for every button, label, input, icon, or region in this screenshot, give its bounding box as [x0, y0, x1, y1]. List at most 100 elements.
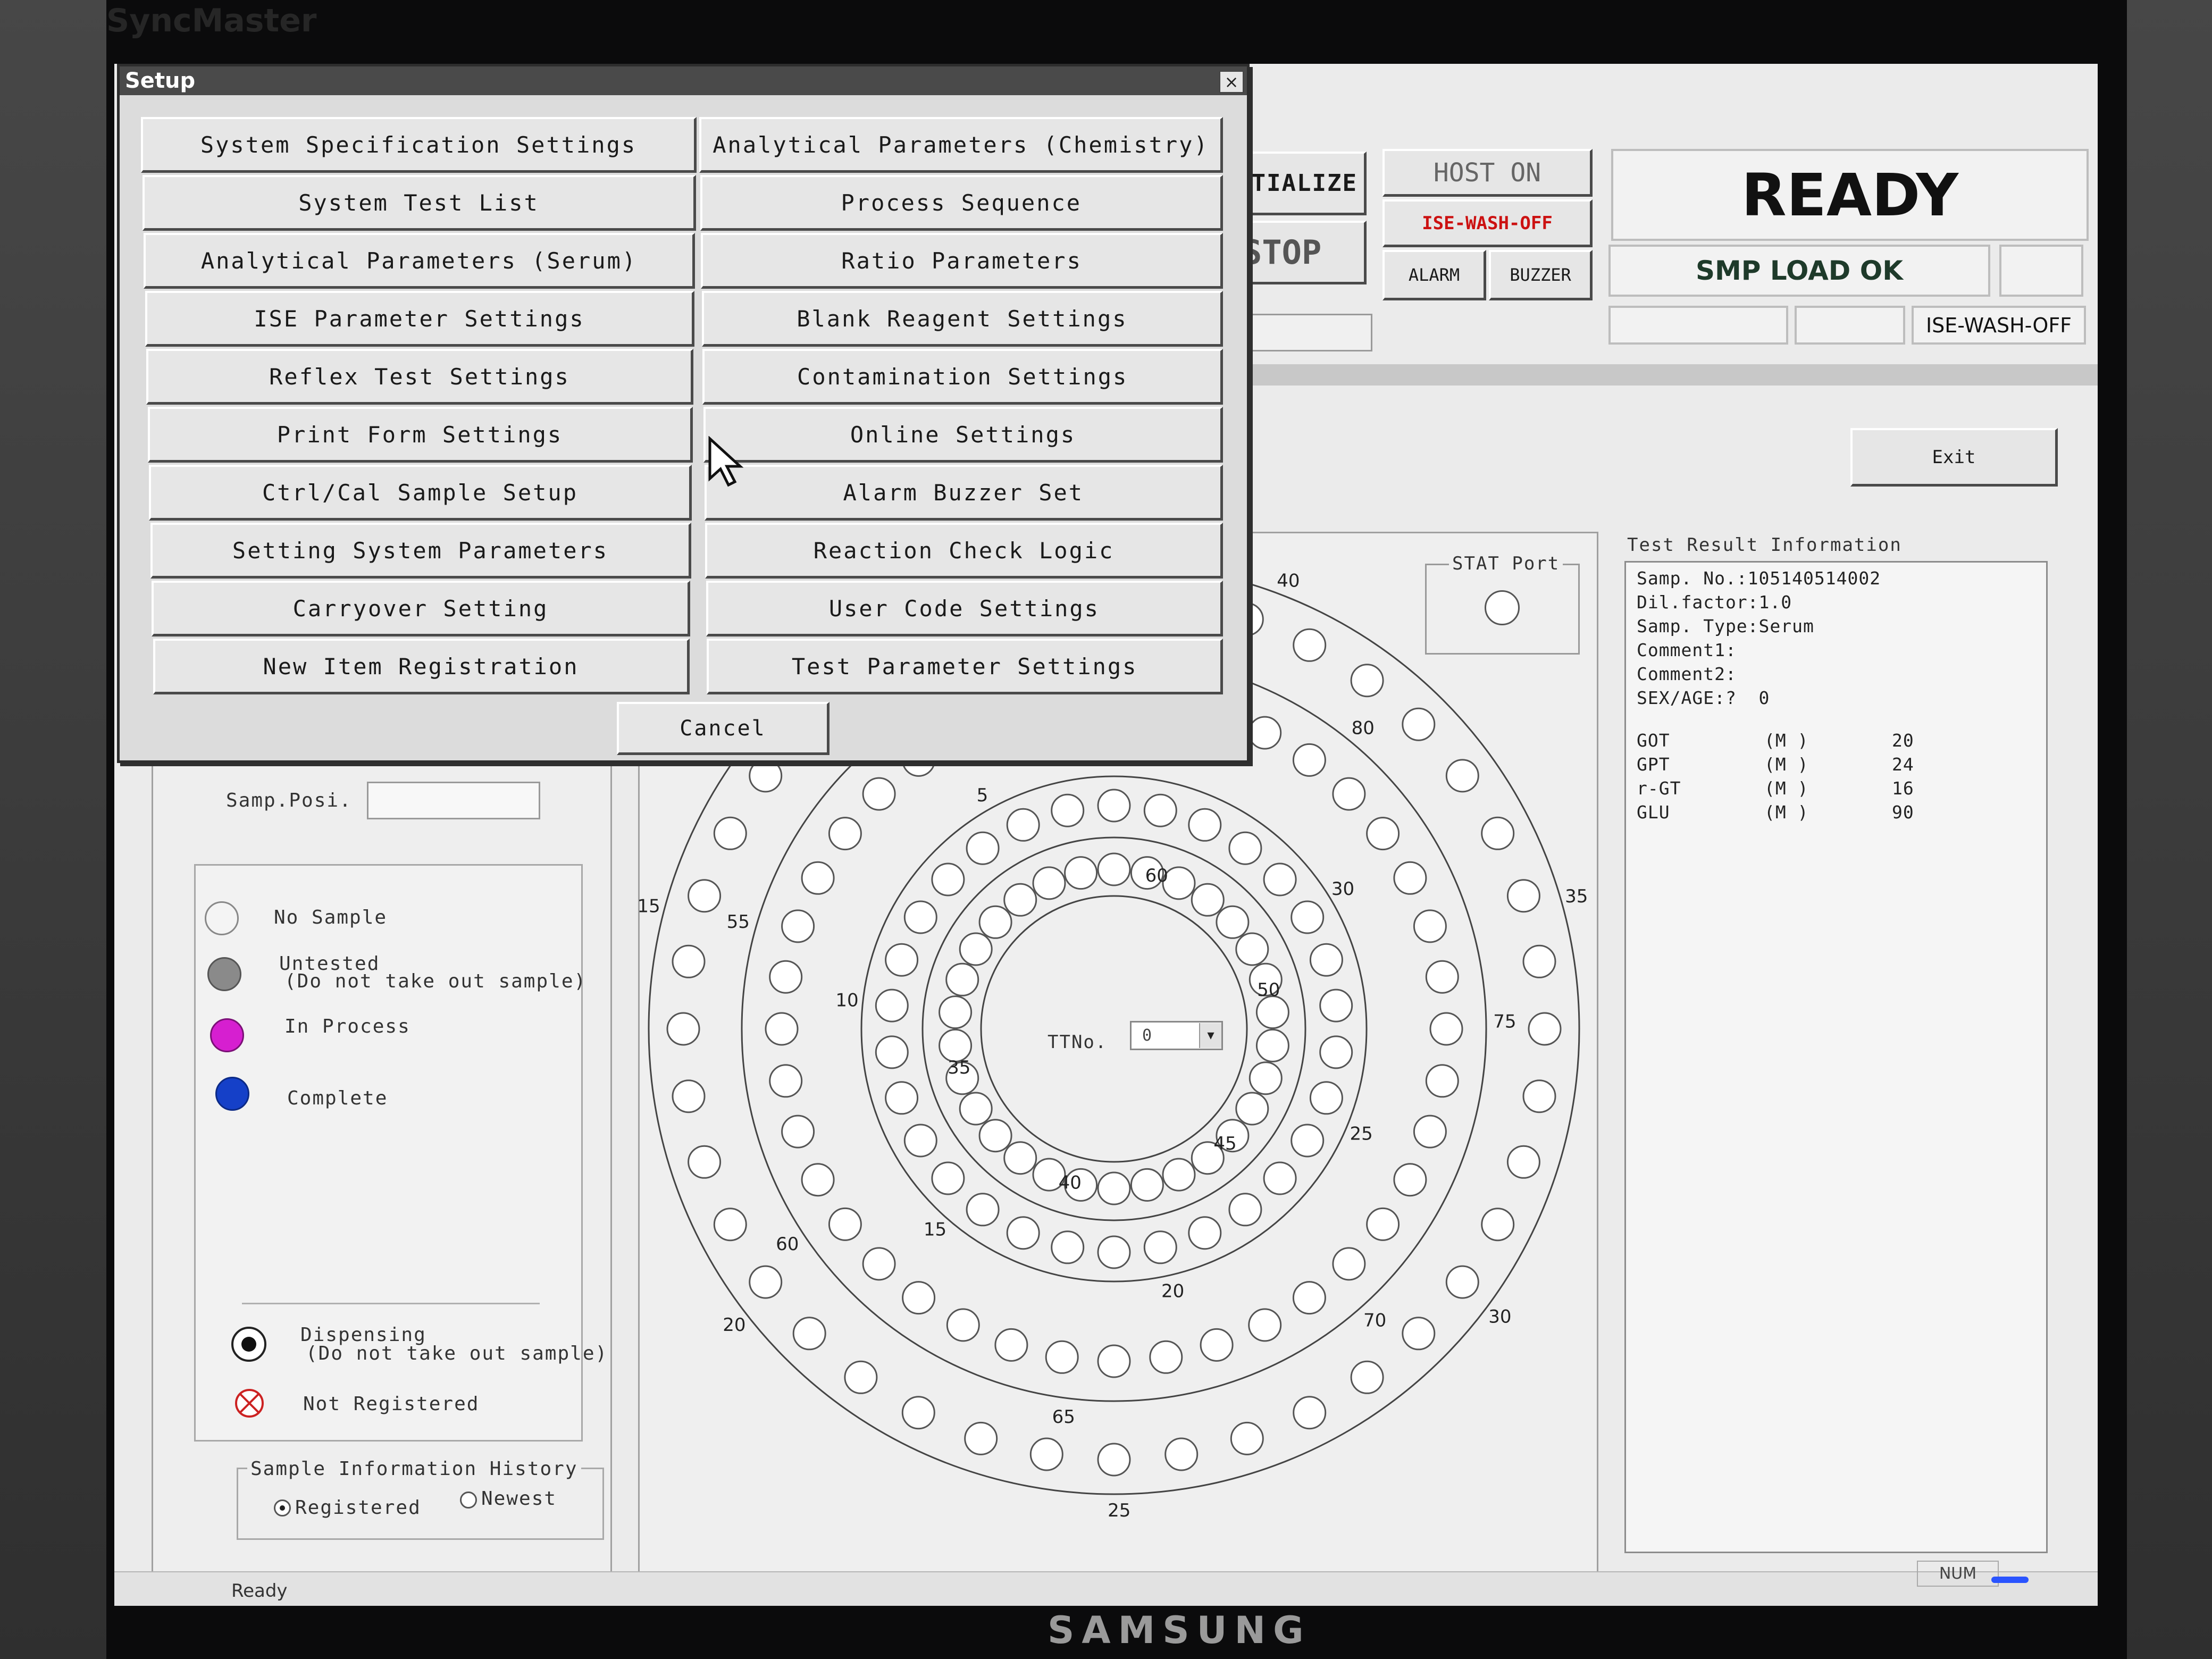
setup-menu-button[interactable]: Ctrl/Cal Sample Setup — [149, 465, 692, 521]
sample-cup[interactable] — [792, 1317, 826, 1351]
sample-cup[interactable] — [1413, 1115, 1447, 1149]
setup-menu-button[interactable]: Contamination Settings — [702, 349, 1223, 405]
sample-cup[interactable] — [1188, 808, 1222, 842]
sample-cup[interactable] — [1528, 1012, 1562, 1046]
sample-cup[interactable] — [1235, 932, 1269, 966]
sample-cup[interactable] — [1097, 1235, 1131, 1269]
close-icon[interactable]: × — [1219, 71, 1244, 93]
sample-cup[interactable] — [1228, 831, 1262, 865]
setup-menu-button[interactable]: Carryover Setting — [152, 581, 690, 636]
setup-menu-button[interactable]: Analytical Parameters (Serum) — [144, 233, 695, 289]
sample-cup[interactable] — [994, 1328, 1028, 1362]
sample-cup[interactable] — [1064, 856, 1098, 890]
sample-cup[interactable] — [1366, 1207, 1400, 1241]
sample-cup[interactable] — [946, 1308, 980, 1342]
sample-cup[interactable] — [1188, 1216, 1222, 1250]
sample-cup[interactable] — [769, 1064, 803, 1098]
sample-cup[interactable] — [964, 1421, 998, 1455]
sample-cup[interactable] — [1248, 1308, 1282, 1342]
sample-cup[interactable] — [1032, 866, 1066, 900]
sample-cup[interactable] — [688, 1145, 722, 1179]
sample-cup[interactable] — [1425, 1064, 1459, 1098]
sample-cup[interactable] — [1506, 1145, 1540, 1179]
sample-cup[interactable] — [1164, 1437, 1199, 1471]
setup-menu-button[interactable]: New Item Registration — [153, 639, 690, 694]
setup-menu-button[interactable]: System Specification Settings — [141, 117, 697, 173]
sample-cup[interactable] — [1097, 852, 1131, 886]
sample-cup[interactable] — [1292, 1281, 1326, 1315]
setup-menu-button[interactable]: Analytical Parameters (Chemistry) — [699, 117, 1223, 173]
sample-cup[interactable] — [801, 861, 835, 895]
sample-cup[interactable] — [1051, 1230, 1085, 1264]
sample-cup[interactable] — [765, 1012, 799, 1046]
sample-cup[interactable] — [1366, 817, 1400, 851]
sample-cup[interactable] — [1319, 1035, 1353, 1069]
sample-cup[interactable] — [1393, 861, 1427, 895]
sample-cup[interactable] — [1097, 1443, 1131, 1477]
sample-cup[interactable] — [769, 960, 803, 994]
sample-cup[interactable] — [1429, 1012, 1463, 1046]
setup-menu-button[interactable]: Test Parameter Settings — [707, 639, 1223, 694]
chevron-down-icon[interactable]: ▼ — [1199, 1023, 1221, 1048]
setup-menu-button[interactable]: Alarm Buzzer Set — [704, 465, 1223, 521]
sample-cup[interactable] — [978, 1119, 1012, 1153]
sample-cup[interactable] — [1402, 1317, 1436, 1351]
sample-cup[interactable] — [844, 1360, 878, 1394]
sample-cup[interactable] — [1481, 1208, 1515, 1242]
ttno-select[interactable]: 0 ▼ — [1130, 1021, 1223, 1050]
setup-menu-button[interactable]: Process Sequence — [700, 175, 1223, 231]
sample-cup[interactable] — [1319, 988, 1353, 1023]
sample-cup[interactable] — [931, 1161, 965, 1195]
sample-cup[interactable] — [1216, 905, 1250, 939]
sample-cup[interactable] — [1402, 707, 1436, 741]
sample-cup[interactable] — [672, 944, 706, 978]
sample-cup[interactable] — [1045, 1340, 1079, 1374]
sample-cup[interactable] — [978, 905, 1012, 939]
sample-cup[interactable] — [781, 909, 815, 943]
sample-cup[interactable] — [875, 1035, 909, 1069]
sample-cup[interactable] — [1143, 1230, 1177, 1264]
sample-cup[interactable] — [1255, 995, 1289, 1029]
sample-cup[interactable] — [749, 1265, 783, 1299]
sample-cup[interactable] — [1143, 793, 1177, 827]
sample-cup[interactable] — [1350, 1360, 1384, 1394]
sample-cup[interactable] — [1309, 943, 1343, 977]
sample-cup[interactable] — [1162, 1158, 1196, 1192]
sample-cup[interactable] — [901, 1396, 935, 1430]
sample-cup[interactable] — [1003, 1141, 1037, 1175]
sample-cup[interactable] — [931, 862, 965, 896]
sample-cup[interactable] — [1309, 1081, 1343, 1115]
sample-cup[interactable] — [945, 962, 979, 996]
setup-menu-button[interactable]: Reaction Check Logic — [705, 523, 1223, 579]
sample-cup[interactable] — [1425, 960, 1459, 994]
sample-cup[interactable] — [1235, 1092, 1269, 1126]
sample-cup[interactable] — [672, 1079, 706, 1113]
sample-cup[interactable] — [1249, 1061, 1283, 1095]
sample-cup[interactable] — [959, 932, 993, 966]
sample-cup[interactable] — [903, 1124, 937, 1158]
sample-cup[interactable] — [1191, 883, 1225, 917]
sample-cup[interactable] — [713, 1208, 747, 1242]
sample-cup[interactable] — [1350, 664, 1384, 698]
sample-cup[interactable] — [1481, 816, 1515, 850]
sample-cup[interactable] — [1006, 808, 1040, 842]
setup-menu-button[interactable]: ISE Parameter Settings — [145, 291, 694, 347]
sample-cup[interactable] — [959, 1092, 993, 1126]
sample-cup[interactable] — [828, 817, 862, 851]
setup-menu-button[interactable]: Print Form Settings — [147, 407, 693, 463]
sample-cup[interactable] — [1293, 628, 1327, 662]
sample-cup[interactable] — [885, 1081, 919, 1115]
sample-cup[interactable] — [939, 995, 973, 1029]
sample-cup[interactable] — [1097, 1344, 1131, 1378]
setup-menu-button[interactable]: Reflex Test Settings — [146, 349, 693, 405]
sample-cup[interactable] — [1130, 1168, 1164, 1202]
setup-menu-button[interactable]: Setting System Parameters — [150, 523, 691, 579]
sample-cup[interactable] — [903, 900, 937, 934]
sample-cup[interactable] — [1413, 909, 1447, 943]
setup-menu-button[interactable]: Online Settings — [703, 407, 1223, 463]
sample-cup[interactable] — [1291, 1124, 1325, 1158]
sample-cup[interactable] — [801, 1163, 835, 1197]
sample-cup[interactable] — [781, 1115, 815, 1149]
stat-port-cup[interactable] — [1485, 590, 1520, 625]
sample-cup[interactable] — [1506, 879, 1540, 913]
